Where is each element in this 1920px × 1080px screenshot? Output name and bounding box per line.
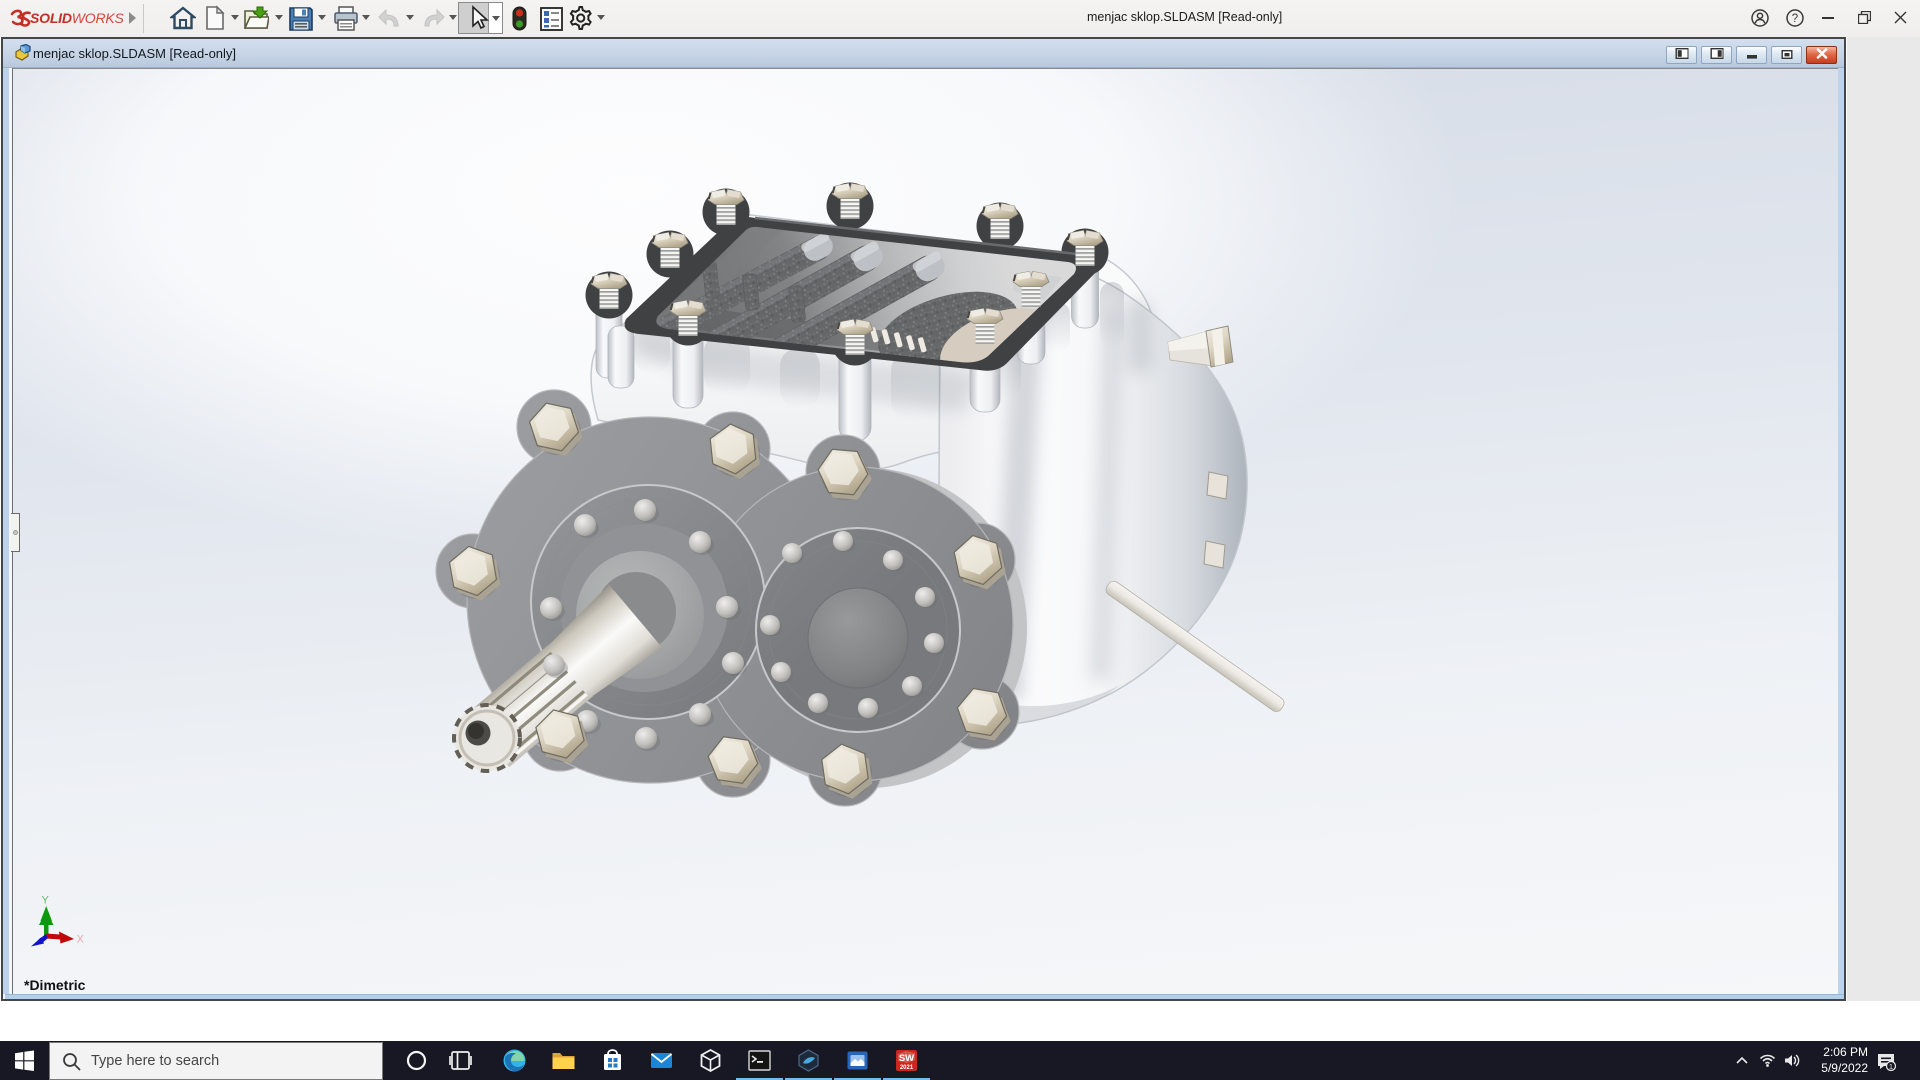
svg-text:2021: 2021 bbox=[900, 1065, 914, 1071]
svg-text:X: X bbox=[77, 934, 85, 946]
svg-text:1: 1 bbox=[1889, 1062, 1893, 1071]
svg-text:Y: Y bbox=[42, 895, 50, 907]
svg-text:SW: SW bbox=[899, 1053, 914, 1064]
